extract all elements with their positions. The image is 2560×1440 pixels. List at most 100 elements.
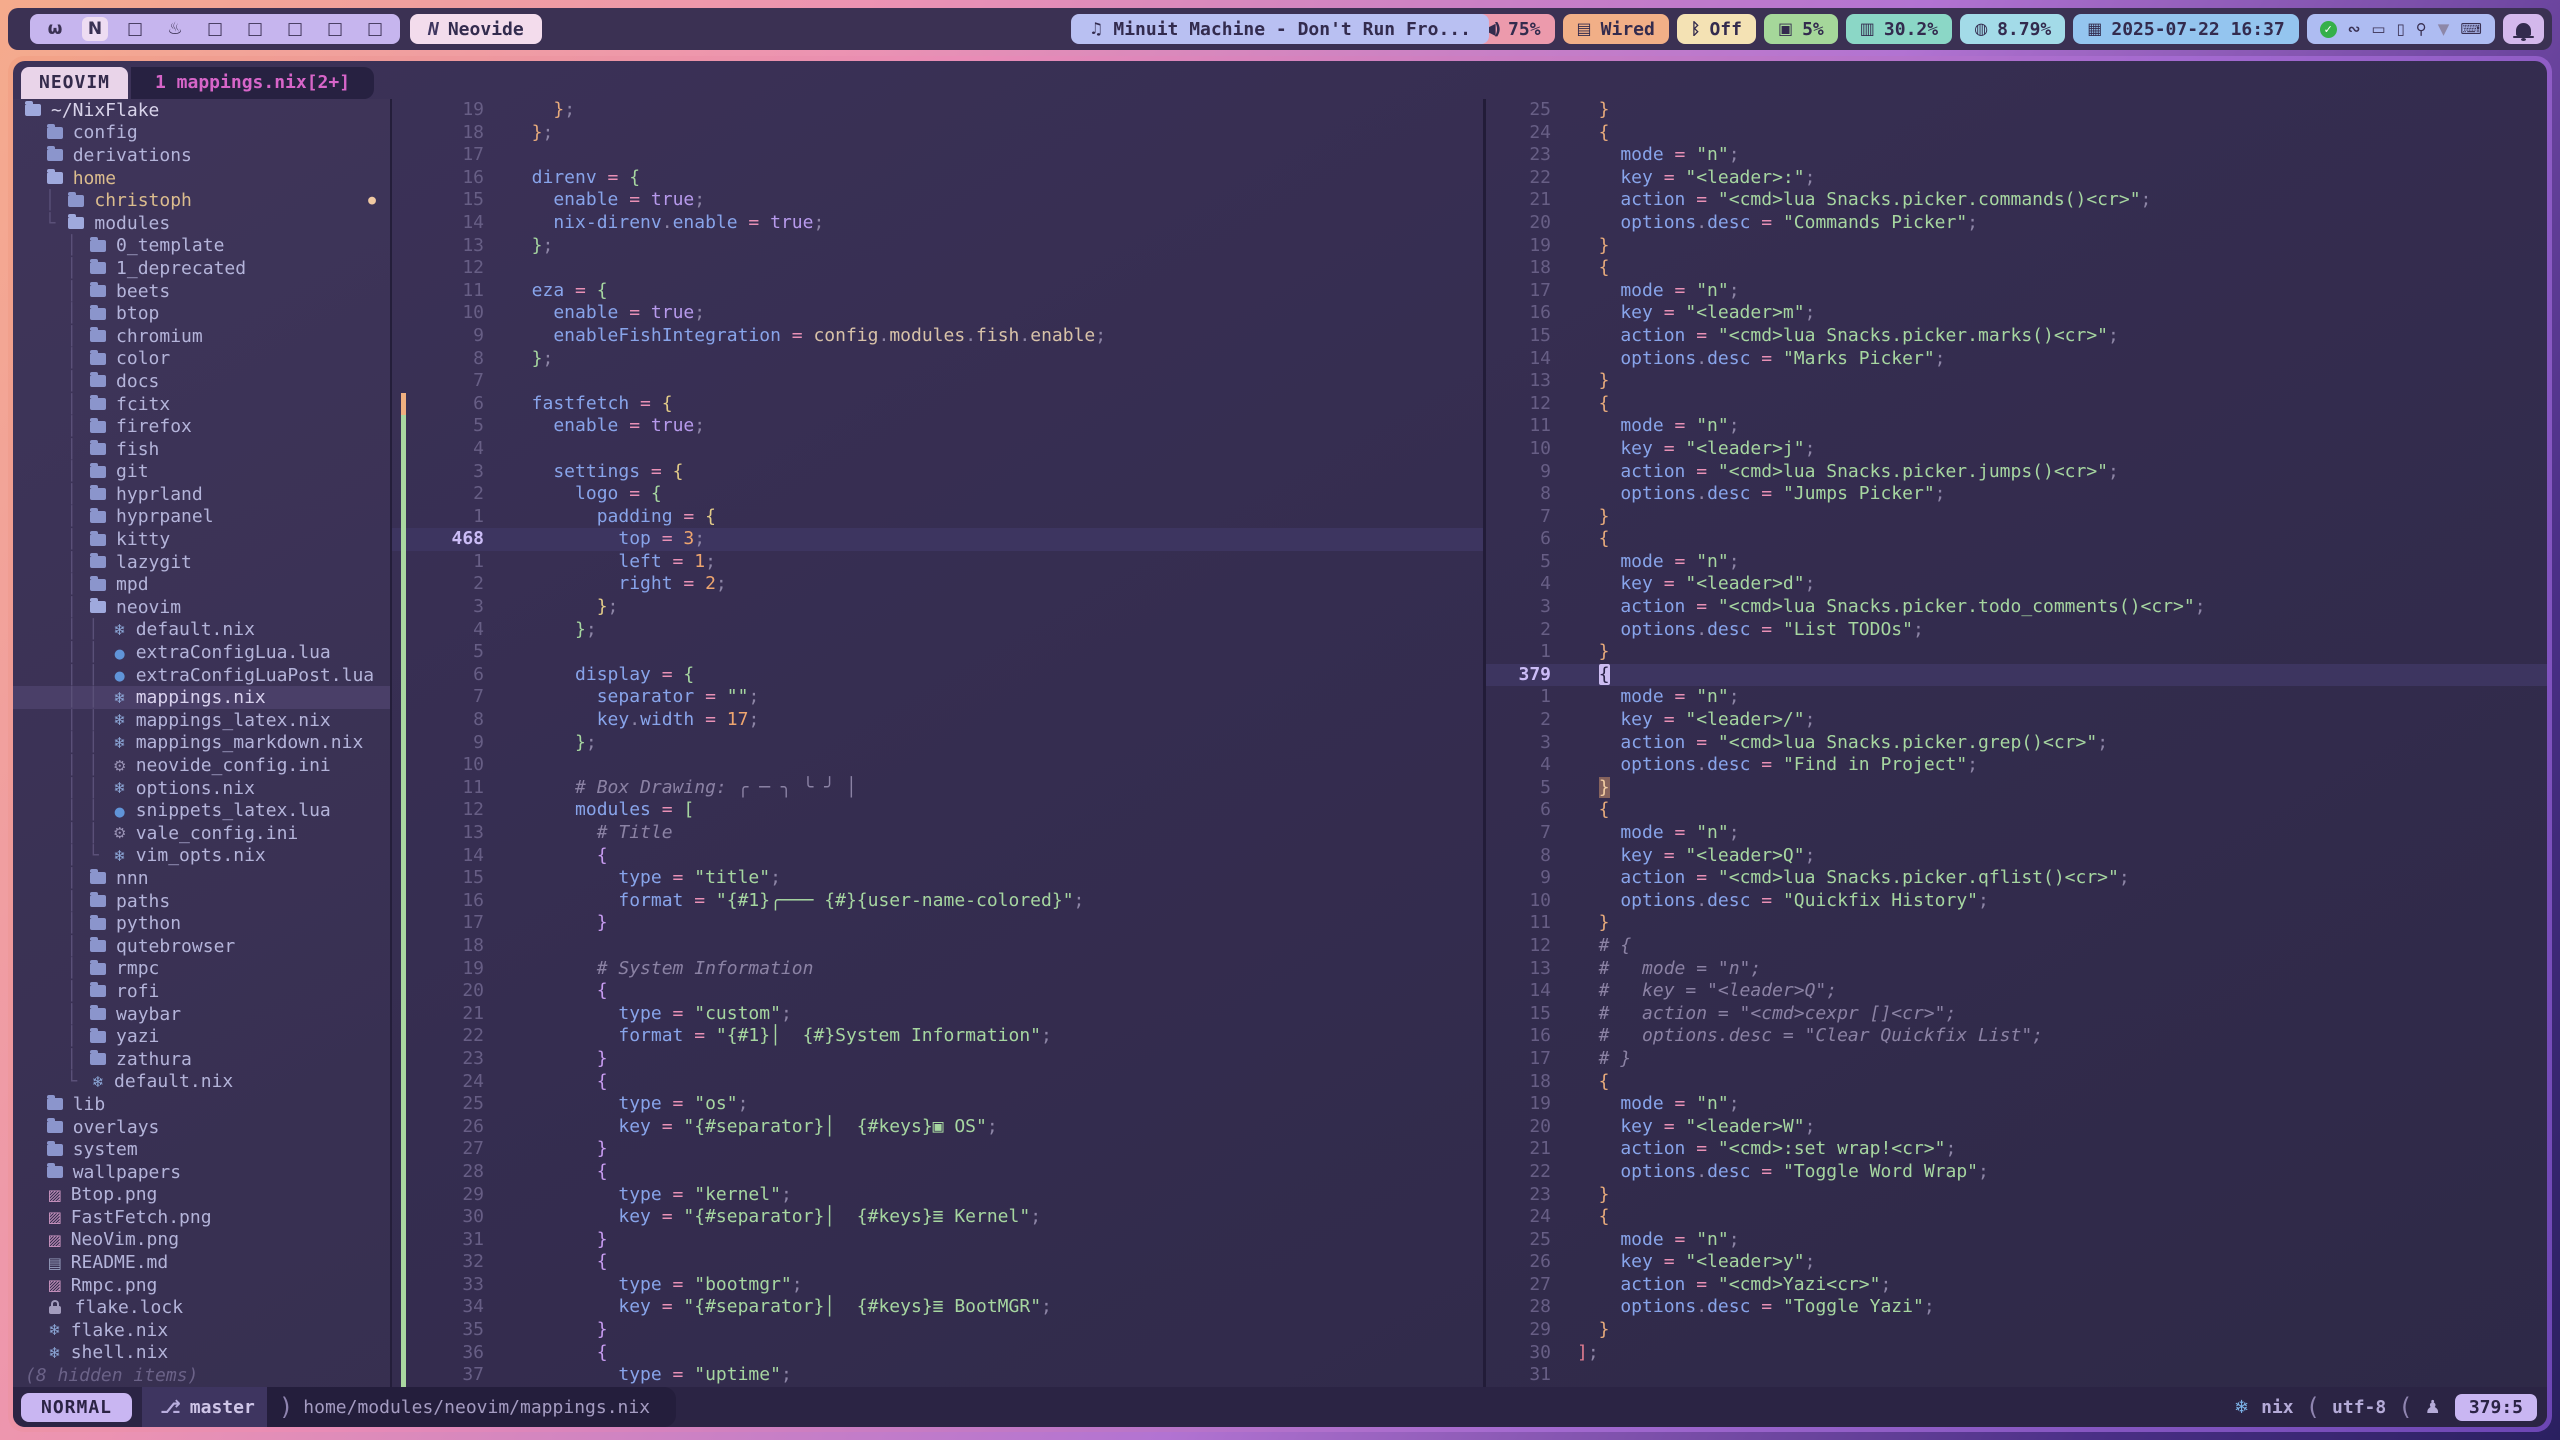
code-line[interactable]: 5 mode = "n";	[1486, 551, 2547, 574]
code-line[interactable]: 24 {	[1486, 1206, 2547, 1229]
code-line[interactable]: 8 key = "<leader>Q";	[1486, 845, 2547, 868]
code-line[interactable]: 30];	[1486, 1342, 2547, 1365]
code-line[interactable]: 19 # System Information	[392, 958, 1483, 981]
code-line[interactable]: 13 # mode = "n";	[1486, 958, 2547, 981]
code-line[interactable]: 22 key = "<leader>:";	[1486, 167, 2547, 190]
code-line[interactable]: 15 # action = "<cmd>cexpr []<cr>";	[1486, 1003, 2547, 1026]
code-line[interactable]: 16 # options.desc = "Clear Quickfix List…	[1486, 1025, 2547, 1048]
code-line[interactable]: 30 key = "{#separator}│ {#keys}≣ Kernel"…	[392, 1206, 1483, 1229]
tree-item-firefox[interactable]: │ firefox	[13, 415, 390, 438]
tree-item-mappings_latex.nix[interactable]: │ │ mappings_latex.nix	[13, 709, 390, 732]
tree-item-vale_config.ini[interactable]: │ │ vale_config.ini	[13, 822, 390, 845]
code-line[interactable]: 25 }	[1486, 99, 2547, 122]
tree-item-hyprpanel[interactable]: │ hyprpanel	[13, 506, 390, 529]
code-line[interactable]: 8 key.width = 17;	[392, 709, 1483, 732]
code-line[interactable]: 22 options.desc = "Toggle Word Wrap";	[1486, 1161, 2547, 1184]
media-player-module[interactable]: Minuit Machine - Don't Run Fro...	[1071, 14, 1489, 44]
tree-item-1_deprecated[interactable]: │ 1_deprecated	[13, 257, 390, 280]
tree-item-christoph[interactable]: │ christoph●	[13, 189, 390, 212]
tree-item-mpd[interactable]: │ mpd	[13, 573, 390, 596]
code-line[interactable]: 10 enable = true;	[392, 302, 1483, 325]
tree-item-extraConfigLua.lua[interactable]: │ │ extraConfigLua.lua	[13, 641, 390, 664]
code-line[interactable]: 17 mode = "n";	[1486, 280, 2547, 303]
code-line[interactable]: 3 action = "<cmd>lua Snacks.picker.grep(…	[1486, 732, 2547, 755]
tree-item-color[interactable]: │ color	[13, 348, 390, 371]
code-line[interactable]: 24 {	[392, 1071, 1483, 1094]
code-line[interactable]: 19 };	[392, 99, 1483, 122]
tree-item-chromium[interactable]: │ chromium	[13, 325, 390, 348]
tree-item-docs[interactable]: │ docs	[13, 370, 390, 393]
code-line[interactable]: 33 type = "bootmgr";	[392, 1274, 1483, 1297]
code-line[interactable]: 12 {	[1486, 393, 2547, 416]
workspace-square-icon[interactable]	[362, 17, 388, 41]
workspace-flame-icon[interactable]	[162, 17, 188, 41]
code-line[interactable]: 5 enable = true;	[392, 415, 1483, 438]
code-line[interactable]: 16 format = "{#1}╭─── {#}{user-name-colo…	[392, 890, 1483, 913]
code-line[interactable]: 21 action = "<cmd>:set wrap!<cr>";	[1486, 1138, 2547, 1161]
code-line[interactable]: 14 {	[392, 845, 1483, 868]
code-line[interactable]: 11 eza = {	[392, 280, 1483, 303]
tree-item-home[interactable]: home	[13, 167, 390, 190]
code-line[interactable]: 11 mode = "n";	[1486, 415, 2547, 438]
code-line[interactable]: 23 }	[392, 1048, 1483, 1071]
check-tray-icon[interactable]	[2320, 21, 2337, 38]
tree-item-lib[interactable]: lib	[13, 1093, 390, 1116]
tree-item-fish[interactable]: │ fish	[13, 438, 390, 461]
code-line[interactable]: 17 }	[392, 912, 1483, 935]
code-line[interactable]: 23 mode = "n";	[1486, 144, 2547, 167]
code-line[interactable]: 21 type = "custom";	[392, 1003, 1483, 1026]
code-line[interactable]: 1 }	[1486, 641, 2547, 664]
tree-item-system[interactable]: system	[13, 1138, 390, 1161]
code-line[interactable]: 21 action = "<cmd>lua Snacks.picker.comm…	[1486, 189, 2547, 212]
tree-item-NeoVim.png[interactable]: NeoVim.png	[13, 1229, 390, 1252]
code-line[interactable]: 18	[392, 935, 1483, 958]
git-branch-segment[interactable]: master	[142, 1387, 267, 1427]
code-line[interactable]: 34 key = "{#separator}│ {#keys}≣ BootMGR…	[392, 1296, 1483, 1319]
code-line[interactable]: 24 {	[1486, 122, 2547, 145]
code-line[interactable]: 9 };	[392, 732, 1483, 755]
code-line[interactable]: 19 mode = "n";	[1486, 1093, 2547, 1116]
tree-item-waybar[interactable]: │ waybar	[13, 1003, 390, 1026]
tree-item-kitty[interactable]: │ kitty	[13, 528, 390, 551]
network-module[interactable]: Wired	[1563, 14, 1669, 44]
tree-item-extraConfigLuaPost.lua[interactable]: │ │ extraConfigLuaPost.lua	[13, 664, 390, 687]
code-line[interactable]: 6 display = {	[392, 664, 1483, 687]
code-line[interactable]: 3 };	[392, 596, 1483, 619]
code-line[interactable]: 13 }	[1486, 370, 2547, 393]
tree-item-rofi[interactable]: │ rofi	[13, 980, 390, 1003]
tree-item-overlays[interactable]: overlays	[13, 1116, 390, 1139]
disk-module[interactable]: 8.79%	[1960, 14, 2065, 44]
code-line[interactable]: 7 separator = "";	[392, 686, 1483, 709]
code-line[interactable]: 8 };	[392, 348, 1483, 371]
tree-item-hyprland[interactable]: │ hyprland	[13, 483, 390, 506]
keyboard-tray-icon[interactable]	[2460, 20, 2482, 38]
tree-item-neovide_config.ini[interactable]: │ │ neovide_config.ini	[13, 754, 390, 777]
memory-module[interactable]: 30.2%	[1846, 14, 1952, 44]
code-line[interactable]: 4	[392, 438, 1483, 461]
code-line[interactable]: 11 # Box Drawing: ╭ ─ ╮ ╰ ╯ │	[392, 777, 1483, 800]
code-line[interactable]: 4 key = "<leader>d";	[1486, 573, 2547, 596]
phone-tray-icon[interactable]	[2397, 20, 2405, 38]
code-line[interactable]: 4 };	[392, 619, 1483, 642]
code-line[interactable]: 468 top = 3;	[392, 528, 1483, 551]
code-line[interactable]: 36 {	[392, 1342, 1483, 1365]
tree-item-README.md[interactable]: README.md	[13, 1251, 390, 1274]
code-line[interactable]: 17	[392, 144, 1483, 167]
code-line[interactable]: 7 }	[1486, 506, 2547, 529]
code-line[interactable]: 31 }	[392, 1229, 1483, 1252]
code-line[interactable]: 12 # {	[1486, 935, 2547, 958]
code-line[interactable]: 18 {	[1486, 257, 2547, 280]
code-line[interactable]: 15 enable = true;	[392, 189, 1483, 212]
code-line[interactable]: 12 modules = [	[392, 799, 1483, 822]
code-line[interactable]: 28 options.desc = "Toggle Yazi";	[1486, 1296, 2547, 1319]
code-line[interactable]: 8 options.desc = "Jumps Picker";	[1486, 483, 2547, 506]
code-line[interactable]: 15 type = "title";	[392, 867, 1483, 890]
shield-tray-icon[interactable]	[2438, 20, 2450, 38]
code-line[interactable]: 7	[392, 370, 1483, 393]
code-line[interactable]: 6 {	[1486, 528, 2547, 551]
tree-item-snippets_latex.lua[interactable]: │ │ snippets_latex.lua	[13, 799, 390, 822]
tree-item-config[interactable]: config	[13, 122, 390, 145]
tree-item-Rmpc.png[interactable]: Rmpc.png	[13, 1274, 390, 1297]
bluetooth-module[interactable]: Off	[1677, 14, 1756, 44]
code-line[interactable]: 20 {	[392, 980, 1483, 1003]
